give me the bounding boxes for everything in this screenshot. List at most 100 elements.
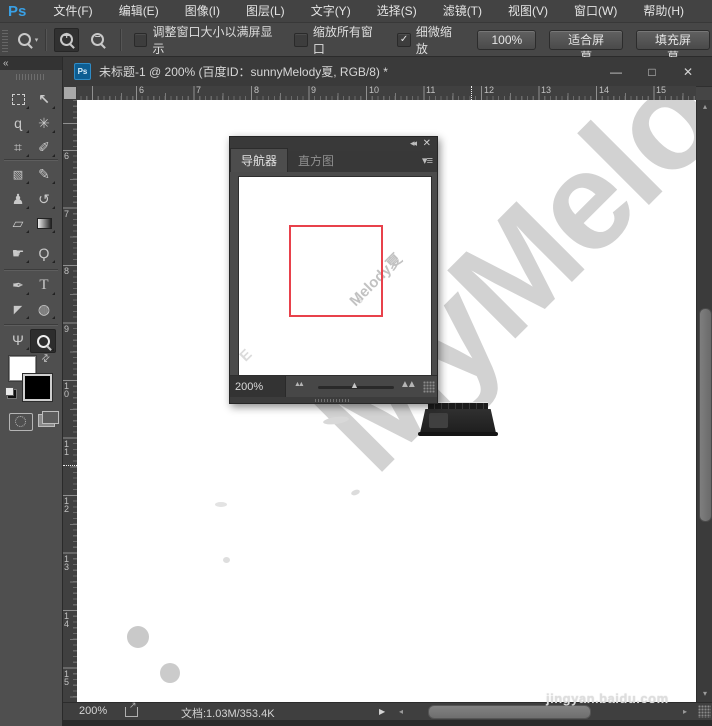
window-bottom-edge: [63, 719, 712, 726]
brush-tool[interactable]: ✎: [32, 163, 56, 185]
menu-item-layer[interactable]: 图层(L): [233, 0, 298, 22]
menu-item-view[interactable]: 视图(V): [495, 0, 561, 22]
zoom-out-mountain-icon[interactable]: ▲▲: [294, 381, 305, 388]
collapse-icon: «: [3, 58, 9, 69]
vertical-scrollbar[interactable]: ▴ ▾: [696, 100, 712, 702]
minimize-button[interactable]: —: [606, 65, 626, 79]
navigator-view-box[interactable]: [289, 225, 383, 317]
menu-item-type[interactable]: 文字(Y): [298, 0, 364, 22]
tab-histogram[interactable]: 直方图: [288, 149, 344, 172]
rect-marquee-tool[interactable]: [6, 88, 30, 110]
document-title-bar[interactable]: Ps 未标题-1 @ 200% (百度ID：sunnyMelody夏, RGB/…: [63, 57, 712, 87]
panel-bottom-grip[interactable]: [230, 397, 437, 403]
navigator-preview[interactable]: Melody夏 E s: [238, 176, 432, 376]
navigator-zoom-slider[interactable]: ▲: [318, 380, 394, 390]
hand-icon: Ψ: [12, 332, 24, 348]
resize-windows-checkbox[interactable]: 调整窗口大小以满屏显示: [134, 23, 278, 57]
options-bar-grip[interactable]: [2, 27, 8, 52]
actual-pixels-button[interactable]: 100%: [477, 29, 537, 50]
eyedropper-tool[interactable]: ✐: [32, 136, 56, 158]
panel-menu-icon[interactable]: ▾≡: [422, 154, 433, 167]
default-colors-icon[interactable]: [5, 387, 17, 399]
zoom-in-button[interactable]: +: [54, 27, 80, 52]
lasso-icon: ɋ: [14, 115, 22, 131]
tab-navigator[interactable]: 导航器: [230, 148, 289, 172]
zoom-tool-selected[interactable]: [30, 329, 56, 353]
pen-tool[interactable]: ✒: [6, 274, 30, 296]
scroll-right-arrow[interactable]: ▸: [683, 707, 687, 716]
type-tool[interactable]: T: [32, 274, 56, 296]
panel-drag-grip[interactable]: [16, 74, 46, 80]
hand-tool[interactable]: Ψ: [6, 329, 30, 351]
zoom-in-mountain-icon[interactable]: ▲▲: [400, 379, 417, 390]
fit-screen-button[interactable]: 适合屏幕: [549, 29, 624, 64]
ruler-tick-label: 6: [139, 85, 145, 95]
status-doc-info: 文档:1.03M/353.4K: [181, 708, 275, 720]
status-menu-arrow[interactable]: ▶: [379, 707, 385, 716]
path-select-tool[interactable]: ◤: [6, 298, 30, 320]
separator: [120, 28, 123, 51]
navigator-zoom-field[interactable]: 200%: [230, 376, 286, 398]
gradient-tool[interactable]: [32, 212, 56, 234]
panel-collapse-icon[interactable]: ◂◂: [410, 138, 417, 149]
magic-wand-tool[interactable]: ✳: [32, 112, 56, 134]
tool-preset-zoom[interactable]: ▾: [17, 33, 38, 46]
ruler-tick-label: 13: [541, 85, 552, 95]
horizontal-scrollbar-thumb[interactable]: [428, 705, 591, 719]
ruler-tick-label: 15: [64, 669, 70, 687]
lasso-tool[interactable]: ɋ: [6, 112, 30, 134]
healing-brush-tool[interactable]: ▧: [6, 163, 30, 185]
ruler-tick-label: 14: [64, 611, 70, 629]
navigator-tab-bar: 导航器 直方图: [230, 148, 437, 172]
ruler-origin-box[interactable]: [63, 86, 77, 100]
scroll-up-arrow[interactable]: ▴: [697, 102, 712, 111]
slider-thumb[interactable]: ▲: [350, 380, 359, 390]
ruler-tick-label: 14: [599, 85, 610, 95]
dodge-tool[interactable]: Ϙ: [32, 242, 56, 264]
menu-item-help[interactable]: 帮助(H): [630, 0, 697, 22]
smudge-tool[interactable]: ☛: [6, 242, 30, 264]
scroll-left-arrow[interactable]: ◂: [399, 707, 403, 716]
vertical-ruler: 6 7 8 9 10 11 12 13 14 15: [63, 100, 78, 702]
ruler-tick-label: 10: [369, 85, 380, 95]
menu-item-select[interactable]: 选择(S): [364, 0, 430, 22]
panel-close-icon[interactable]: ✕: [423, 138, 431, 149]
close-button[interactable]: ✕: [678, 65, 698, 79]
zoom-out-button[interactable]: –: [85, 28, 110, 52]
keyboard-key: [429, 413, 448, 428]
ruler-tick-label: 7: [64, 209, 70, 219]
panel-resize-grip[interactable]: [423, 381, 435, 393]
fill-screen-button[interactable]: 填充屏幕: [636, 29, 710, 64]
crop-tool[interactable]: ⌗: [6, 136, 30, 158]
zoom-all-windows-checkbox[interactable]: 缩放所有窗口: [294, 23, 381, 57]
scrubby-zoom-checkbox[interactable]: ✓ 细微缩放: [397, 23, 461, 57]
background-color-swatch[interactable]: [23, 374, 52, 401]
menu-item-edit[interactable]: 编辑(E): [106, 0, 172, 22]
status-zoom-level[interactable]: 200%: [79, 705, 107, 717]
eraser-tool[interactable]: ▱: [6, 212, 30, 234]
eraser-icon: ▱: [12, 214, 24, 231]
clone-stamp-tool[interactable]: ♟: [6, 188, 30, 210]
history-brush-icon: ↺: [38, 190, 50, 207]
tool-panel: « ↖ ɋ ✳ ⌗ ✐ ▧ ✎ ♟ ↺ ▱ ☛ Ϙ ✒ T ◤ ◍ Ψ ⇄: [0, 57, 62, 726]
screen-mode-button[interactable]: [38, 411, 59, 427]
export-icon[interactable]: [125, 700, 138, 717]
menu-item-filter[interactable]: 滤镜(T): [430, 0, 495, 22]
ruler-tick-label: 6: [64, 151, 70, 161]
window-resize-grip[interactable]: [698, 705, 711, 718]
move-tool[interactable]: ↖: [32, 88, 56, 110]
menu-item-image[interactable]: 图像(I): [172, 0, 233, 22]
zoom-in-icon: +: [60, 31, 74, 46]
menu-item-file[interactable]: 文件(F): [40, 0, 105, 22]
shape-tool[interactable]: ◍: [32, 298, 56, 320]
maximize-button[interactable]: □: [642, 65, 662, 79]
panel-collapse-bar[interactable]: «: [0, 58, 62, 70]
quick-mask-button[interactable]: [9, 413, 33, 431]
history-brush-tool[interactable]: ↺: [32, 188, 56, 210]
vertical-scrollbar-thumb[interactable]: [699, 308, 712, 522]
status-bar: 200% 文档:1.03M/353.4K ▶ ◂ ▸: [63, 700, 712, 720]
gray-dot: [127, 626, 149, 648]
menu-item-window[interactable]: 窗口(W): [561, 0, 630, 22]
swap-colors-icon[interactable]: ⇄: [39, 352, 53, 366]
scroll-down-arrow[interactable]: ▾: [697, 689, 712, 698]
